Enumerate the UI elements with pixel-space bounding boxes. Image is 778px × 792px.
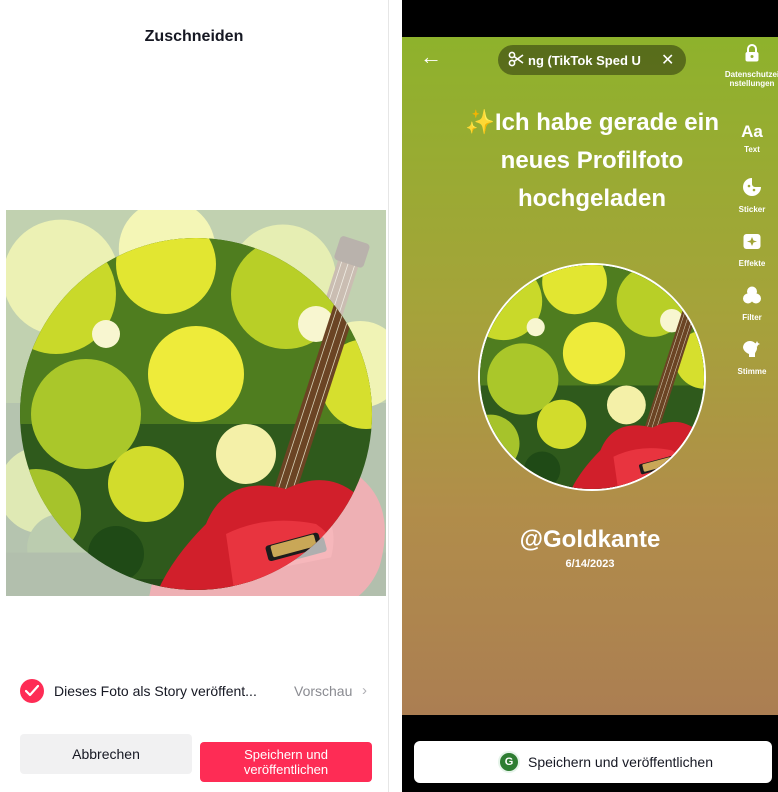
cancel-button[interactable]: Abbrechen [20,734,192,774]
tool-label: Filter [742,313,762,322]
avatar: G [498,751,520,773]
voice-icon [743,340,760,357]
lock-icon [745,44,759,62]
crop-screen: Zuschneiden Dieses Foto als Story veröff… [0,0,389,792]
profile-photo-circle [478,263,706,491]
save-and-publish-button[interactable]: Speichern und veröffentlichen [200,742,372,782]
tool-label: Datenschutzeinstellungen [724,70,778,88]
scissors-icon[interactable] [508,51,524,67]
story-option-label: Dieses Foto als Story veröffent... [54,683,257,699]
preview-link[interactable]: Vorschau [294,683,352,699]
tool-filter[interactable]: Filter [724,285,778,322]
checkmark-icon[interactable] [20,679,44,703]
back-arrow-icon[interactable]: ← [420,44,442,70]
chevron-right-icon[interactable]: › [362,682,367,699]
tool-label: Effekte [738,259,766,268]
tool-privacy-settings[interactable]: Datenschutzeinstellungen [724,44,778,88]
filter-icon [743,286,761,304]
sound-name: ng (TikTok Sped U [528,53,641,68]
story-option-row[interactable]: Dieses Foto als Story veröffent... Vorsc… [20,676,380,706]
username: @Goldkante [519,526,661,553]
crop-area[interactable] [6,210,386,596]
tool-label: Stimme [737,367,767,376]
tool-effects[interactable]: Effekte [724,231,778,268]
profile-photo [480,265,704,489]
publish-button[interactable]: G Speichern und veröffentlichen [414,741,772,783]
tool-voice[interactable]: Stimme [724,339,778,376]
crop-circle[interactable] [20,238,372,590]
upload-date: 6/14/2023 [565,558,615,570]
page-title: Zuschneiden [144,28,244,45]
profile-photo [20,238,372,590]
story-editor-screen: ← ng (TikTok Sped U ✕ Datenschutzeinstel… [402,0,778,792]
sticker-icon [743,178,761,196]
sound-pill[interactable]: ng (TikTok Sped U ✕ [498,45,686,75]
story-headline[interactable]: ✨Ich habe gerade ein neues Profilfoto ho… [442,104,742,218]
effects-icon [743,234,761,249]
close-icon[interactable]: ✕ [661,50,674,70]
publish-label: Speichern und veröffentlichen [528,754,713,770]
